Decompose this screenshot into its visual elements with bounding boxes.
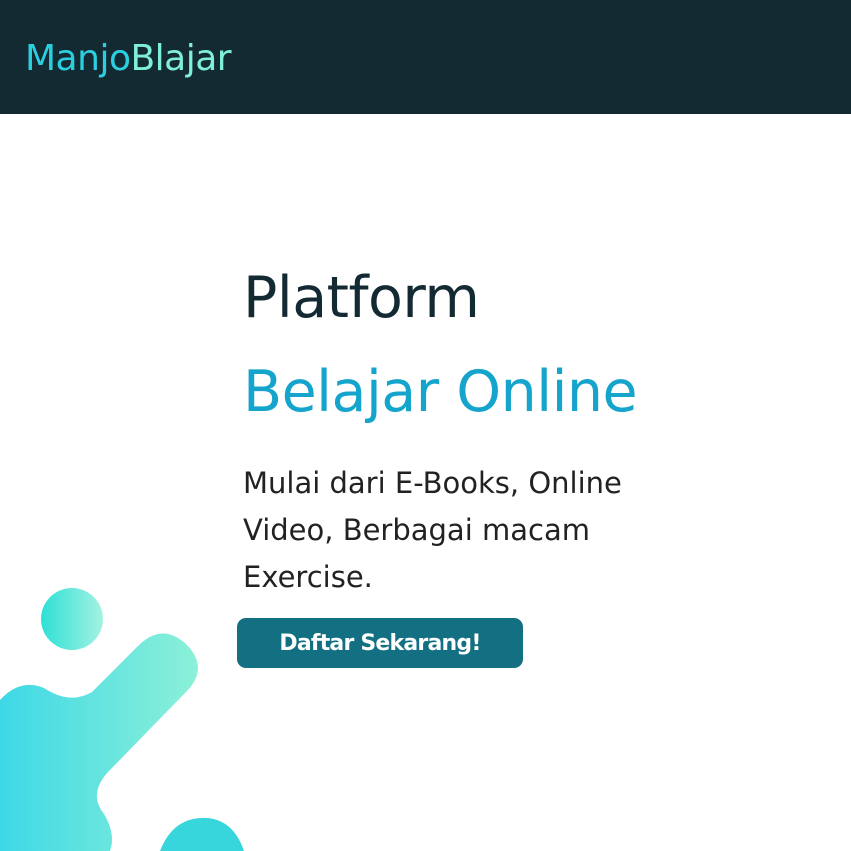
decor-corner: [160, 817, 244, 851]
decor-circle: [41, 588, 103, 650]
brand-logo-part-2: Blajar: [130, 38, 232, 79]
decorative-shapes-icon: [0, 588, 244, 851]
brand-logo-part-1: Manjo: [25, 38, 131, 79]
register-now-button[interactable]: Daftar Sekarang!: [237, 618, 523, 668]
hero-title-line-2: Belajar Online: [243, 359, 638, 425]
landing-page: ManjoBlajar Platform Belajar Online Mula…: [0, 0, 851, 851]
brand-logo[interactable]: ManjoBlajar: [25, 36, 232, 82]
navbar: ManjoBlajar: [0, 0, 851, 114]
hero-section: Platform Belajar Online: [243, 258, 763, 432]
hero-description: Mulai dari E-Books, Online Video, Berbag…: [243, 466, 622, 594]
hero-title-line-1: Platform: [243, 265, 480, 331]
decor-blob: [0, 633, 198, 851]
